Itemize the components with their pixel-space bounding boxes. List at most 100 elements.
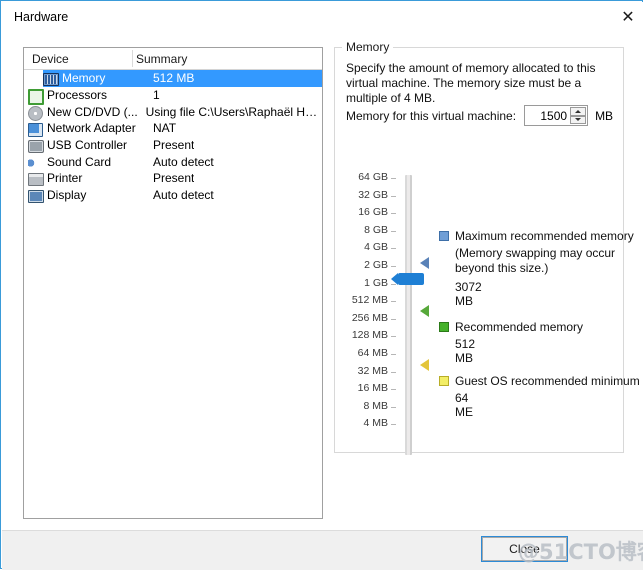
spinner-up-icon[interactable] bbox=[570, 107, 587, 116]
table-row[interactable]: Network Adapter NAT bbox=[24, 120, 322, 138]
legend-swatch-blue-icon bbox=[439, 231, 449, 241]
memory-spinner-buttons bbox=[570, 107, 587, 124]
scale-tick-label: 16 MB bbox=[357, 382, 388, 395]
scale-tick-mark bbox=[391, 389, 396, 391]
scale-tick-label: 16 GB bbox=[358, 206, 388, 219]
memory-scale: 64 GB 32 GB 16 GB 8 GB 4 GB 2 GB 1 GB 512 MB 256… bbox=[336, 171, 416, 461]
scale-tick-label: 128 MB bbox=[351, 329, 388, 342]
device-name: Network Adapter bbox=[47, 121, 136, 136]
legend-value: 64 ME bbox=[455, 391, 473, 419]
device-summary: Auto detect bbox=[153, 188, 214, 203]
scale-tick-mark bbox=[391, 301, 396, 303]
memory-unit-label: MB bbox=[595, 108, 614, 123]
memory-input[interactable] bbox=[525, 107, 570, 124]
legend-value: 512 MB bbox=[455, 337, 476, 365]
memory-icon bbox=[43, 71, 59, 87]
device-summary: 1 bbox=[153, 88, 160, 103]
table-row[interactable]: USB Controller Present bbox=[24, 137, 322, 154]
dialog-client-area: Device Summary Memory 512 MB Processors 1 Ne… bbox=[2, 33, 643, 556]
scale-tick-label: 2 GB bbox=[364, 259, 388, 271]
legend-title: Guest OS recommended minimum bbox=[455, 374, 640, 388]
scale-tick-label: 64 MB bbox=[357, 347, 388, 359]
maximum-recommended-marker-icon bbox=[420, 257, 429, 269]
scale-tick-mark bbox=[391, 195, 396, 197]
scale-tick-label: 64 GB bbox=[358, 171, 388, 183]
scale-tick-label: 4 MB bbox=[363, 417, 388, 430]
table-row[interactable]: Display Auto detect bbox=[24, 187, 322, 204]
title-bar: Hardware ✕ bbox=[2, 2, 643, 33]
device-rows: Memory 512 MB Processors 1 New CD/DVD (... Us… bbox=[24, 70, 322, 204]
memory-spinner[interactable] bbox=[524, 105, 589, 126]
printer-icon bbox=[28, 171, 44, 187]
scale-tick-mark bbox=[391, 354, 396, 355]
legend-title: Maximum recommended memory bbox=[455, 229, 634, 243]
memory-slider-thumb[interactable] bbox=[391, 273, 424, 285]
close-window-icon[interactable]: ✕ bbox=[613, 4, 643, 30]
scale-tick-mark bbox=[391, 178, 396, 179]
memory-slider-track[interactable] bbox=[405, 175, 412, 455]
column-header-device[interactable]: Device bbox=[32, 52, 69, 66]
column-header-summary[interactable]: Summary bbox=[136, 52, 187, 66]
scale-tick-label: 1 GB bbox=[364, 276, 388, 289]
device-summary: 512 MB bbox=[153, 71, 195, 86]
table-row[interactable]: Processors 1 bbox=[24, 87, 322, 106]
window-title: Hardware bbox=[14, 10, 69, 24]
scale-tick-label: 8 MB bbox=[363, 399, 388, 412]
device-summary: Auto detect bbox=[153, 154, 214, 169]
device-list-header: Device Summary bbox=[24, 48, 322, 70]
recommended-marker-icon bbox=[420, 305, 429, 317]
scale-tick-mark bbox=[391, 371, 396, 373]
column-divider[interactable] bbox=[132, 50, 133, 67]
scale-tick-label: 32 GB bbox=[358, 188, 388, 201]
device-name: Processors bbox=[47, 88, 108, 103]
scale-tick-mark bbox=[391, 266, 396, 267]
hardware-dialog: Hardware ✕ Device Summary Memory 512 MB Pr… bbox=[0, 0, 643, 570]
legend-swatch-green-icon bbox=[439, 322, 449, 332]
usb-icon bbox=[28, 138, 44, 154]
device-name: Sound Card bbox=[47, 154, 112, 169]
close-button-label: Close bbox=[509, 542, 540, 556]
sound-card-icon bbox=[28, 155, 44, 169]
device-name: Printer bbox=[47, 171, 83, 186]
memory-description: Specify the amount of memory allocated t… bbox=[346, 61, 596, 105]
scale-tick-label: 4 GB bbox=[364, 241, 388, 254]
device-name: USB Controller bbox=[47, 138, 128, 153]
scale-tick-mark bbox=[391, 424, 396, 426]
display-icon bbox=[28, 188, 44, 204]
memory-field-row: Memory for this virtual machine: MB bbox=[346, 105, 613, 126]
device-summary: Present bbox=[153, 138, 195, 153]
memory-groupbox-legend: Memory bbox=[342, 40, 394, 54]
scale-tick-mark bbox=[391, 213, 396, 215]
scale-tick-mark bbox=[391, 318, 396, 320]
memory-field-label: Memory for this virtual machine: bbox=[346, 108, 517, 123]
processor-icon bbox=[28, 88, 44, 106]
table-row[interactable]: New CD/DVD (... Using file C:\Users\Rapha… bbox=[24, 103, 322, 121]
network-icon bbox=[28, 121, 44, 138]
device-summary: Using file C:\Users\Raphaël Hertz... bbox=[145, 104, 322, 119]
legend-title: Recommended memory bbox=[455, 320, 584, 334]
cd-dvd-icon bbox=[28, 105, 44, 121]
scale-tick-label: 8 GB bbox=[364, 223, 388, 236]
scale-tick-label: 512 MB bbox=[351, 294, 388, 307]
scale-tick-mark bbox=[391, 406, 396, 408]
scale-tick-mark bbox=[391, 230, 396, 232]
device-summary: NAT bbox=[153, 121, 177, 136]
device-list[interactable]: Device Summary Memory 512 MB Processors 1 Ne… bbox=[23, 47, 323, 519]
guest-minimum-marker-icon bbox=[420, 359, 429, 371]
device-name: New CD/DVD (... bbox=[47, 104, 138, 119]
close-button[interactable]: Close bbox=[482, 537, 567, 561]
scale-tick-label: 256 MB bbox=[351, 311, 388, 324]
legend-swatch-yellow-icon bbox=[439, 376, 449, 386]
spinner-down-icon[interactable] bbox=[570, 115, 587, 124]
table-row[interactable]: Printer Present bbox=[24, 170, 322, 187]
device-name: Memory bbox=[62, 71, 106, 86]
legend-note: (Memory swapping may occur beyond this s… bbox=[455, 246, 616, 275]
table-row[interactable]: Memory 512 MB bbox=[43, 70, 322, 87]
table-row[interactable]: Sound Card Auto detect bbox=[24, 153, 322, 170]
scale-tick-mark bbox=[391, 248, 396, 250]
scale-tick-label: 32 MB bbox=[357, 364, 388, 377]
legend-value: 3072 MB bbox=[455, 280, 482, 308]
device-name: Display bbox=[47, 188, 87, 203]
scale-tick-mark bbox=[391, 336, 396, 338]
device-summary: Present bbox=[153, 171, 195, 186]
